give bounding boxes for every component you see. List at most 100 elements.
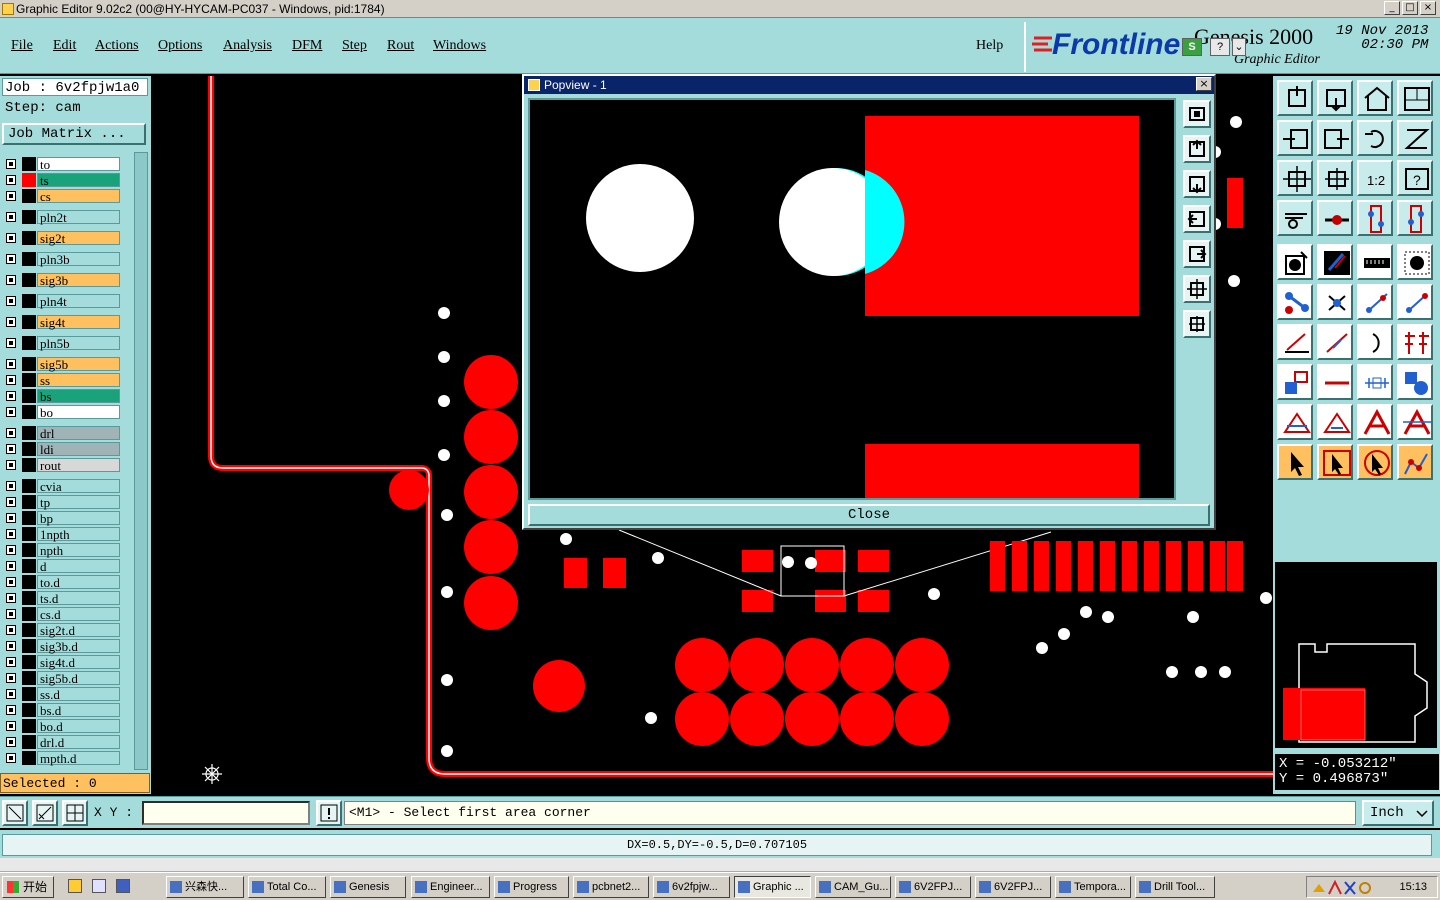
triangle2-icon[interactable] [1317, 404, 1353, 440]
layer-row-sig3b[interactable]: sig3b [4, 273, 120, 288]
scale-1to2-icon[interactable]: 1:2 [1357, 160, 1393, 196]
layer-checkbox[interactable] [6, 577, 16, 587]
pan-right-icon[interactable] [1317, 120, 1353, 156]
menu-actions[interactable]: Actions [95, 38, 139, 54]
layer-checkbox[interactable] [6, 657, 16, 667]
taskbar-button[interactable]: Genesis [330, 876, 406, 898]
taskbar-button[interactable]: Drill Tool... [1135, 876, 1215, 898]
maximize-button[interactable]: □ [1402, 1, 1418, 15]
letter-a-icon[interactable] [1357, 404, 1393, 440]
layer-row-ss[interactable]: ss [4, 373, 120, 388]
angle-icon[interactable] [1277, 324, 1313, 360]
taskbar-button[interactable]: 6v2fpjw... [653, 876, 730, 898]
layer-checkbox[interactable] [6, 338, 16, 348]
menu-dfm[interactable]: DFM [292, 38, 322, 54]
taskbar-button[interactable]: Tempora... [1055, 876, 1131, 898]
layer-name[interactable]: npth [37, 543, 120, 558]
layer-scrollbar[interactable] [134, 152, 148, 770]
layer-name[interactable]: ss.d [37, 687, 120, 702]
node-icon[interactable] [1277, 284, 1313, 320]
menu-edit[interactable]: Edit [53, 38, 76, 54]
layer-name[interactable]: drl [37, 426, 120, 441]
menu-options[interactable]: Options [158, 38, 202, 54]
popview-canvas[interactable] [528, 98, 1176, 500]
taskbar-button[interactable]: Graphic ... [734, 876, 811, 898]
layer-name[interactable]: ss [37, 373, 120, 388]
layer-row-drl-d[interactable]: drl.d [4, 735, 120, 750]
layer-name[interactable]: ts [37, 173, 120, 188]
dimension-icon[interactable] [1357, 364, 1393, 400]
layer-name[interactable]: cs [37, 189, 120, 204]
layer-color-swatch[interactable] [22, 735, 36, 749]
layer-row-rout[interactable]: rout [4, 458, 120, 473]
layer-name[interactable]: sig5b.d [37, 671, 120, 686]
layer-checkbox[interactable] [6, 359, 16, 369]
units-select[interactable]: Inch [1362, 800, 1434, 826]
quicklaunch-icon[interactable] [68, 879, 82, 893]
layer-color-swatch[interactable] [22, 315, 36, 329]
resize-icon[interactable] [2, 800, 28, 826]
layer-checkbox[interactable] [6, 705, 16, 715]
layer-checkbox[interactable] [6, 625, 16, 635]
layer-name[interactable]: cvia [37, 479, 120, 494]
layer-color-swatch[interactable] [22, 294, 36, 308]
layer-row-bp[interactable]: bp [4, 511, 120, 526]
popview-close-button[interactable]: Close [528, 504, 1210, 526]
zoom-in-icon[interactable] [1183, 275, 1211, 303]
layer-checkbox[interactable] [6, 609, 16, 619]
layer-name[interactable]: bo.d [37, 719, 120, 734]
layer-checkbox[interactable] [6, 212, 16, 222]
layer-row-tp[interactable]: tp [4, 495, 120, 510]
layer-name[interactable]: drl.d [37, 735, 120, 750]
close-window-button[interactable]: × [1420, 1, 1436, 15]
layer-name[interactable]: to [37, 157, 120, 172]
layer-color-swatch[interactable] [22, 607, 36, 621]
slash-icon[interactable] [1317, 324, 1353, 360]
layer-checkbox[interactable] [6, 689, 16, 699]
zoom-home-icon[interactable] [1183, 100, 1211, 128]
menu-windows[interactable]: Windows [433, 38, 486, 54]
measure-icon[interactable] [1277, 200, 1313, 236]
layer-color-swatch[interactable] [22, 458, 36, 472]
layer-name[interactable]: sig4t.d [37, 655, 120, 670]
layer-row-sig5b[interactable]: sig5b [4, 357, 120, 372]
pan-up-icon[interactable] [1183, 135, 1211, 163]
layer-color-swatch[interactable] [22, 157, 36, 171]
layer-name[interactable]: ts.d [37, 591, 120, 606]
taskbar-button[interactable]: 6V2FPJ... [895, 876, 971, 898]
layer-checkbox[interactable] [6, 561, 16, 571]
layer-row-cs-d[interactable]: cs.d [4, 607, 120, 622]
layer-name[interactable]: sig3b [37, 273, 120, 288]
zoom-center-icon[interactable] [1317, 160, 1353, 196]
taskbar-button[interactable]: Engineer... [411, 876, 490, 898]
layer-row-sig2t[interactable]: sig2t [4, 231, 120, 246]
layer-checkbox[interactable] [6, 513, 16, 523]
select-box-icon[interactable] [1317, 444, 1353, 480]
layer-checkbox[interactable] [6, 737, 16, 747]
layers-swap-icon[interactable] [1397, 200, 1433, 236]
layer-checkbox[interactable] [6, 159, 16, 169]
layer-color-swatch[interactable] [22, 389, 36, 403]
select-circle-icon[interactable] [1357, 444, 1393, 480]
layer-row-mpth-d[interactable]: mpth.d [4, 751, 120, 766]
layer-color-swatch[interactable] [22, 623, 36, 637]
layer-name[interactable]: to.d [37, 575, 120, 590]
layer-checkbox[interactable] [6, 428, 16, 438]
layer-checkbox[interactable] [6, 545, 16, 555]
menu-file[interactable]: File [11, 38, 33, 54]
circle-icon[interactable] [1397, 244, 1433, 280]
layer-name[interactable]: ldi [37, 442, 120, 457]
triangle-icon[interactable] [1277, 404, 1313, 440]
job-matrix-button[interactable]: Job Matrix ... [2, 123, 146, 145]
layer-checkbox[interactable] [6, 275, 16, 285]
copy-icon[interactable] [1277, 364, 1313, 400]
popview-titlebar[interactable]: Popview - 1 × [524, 76, 1214, 94]
layer-row-bs[interactable]: bs [4, 389, 120, 404]
layer-color-swatch[interactable] [22, 639, 36, 653]
layer-name[interactable]: mpth.d [37, 751, 120, 766]
zoom-fit-icon[interactable] [1277, 160, 1313, 196]
layer-name[interactable]: rout [37, 458, 120, 473]
layer-name[interactable]: bo [37, 405, 120, 420]
letter-a2-icon[interactable] [1397, 404, 1433, 440]
layer-row-bo[interactable]: bo [4, 405, 120, 420]
